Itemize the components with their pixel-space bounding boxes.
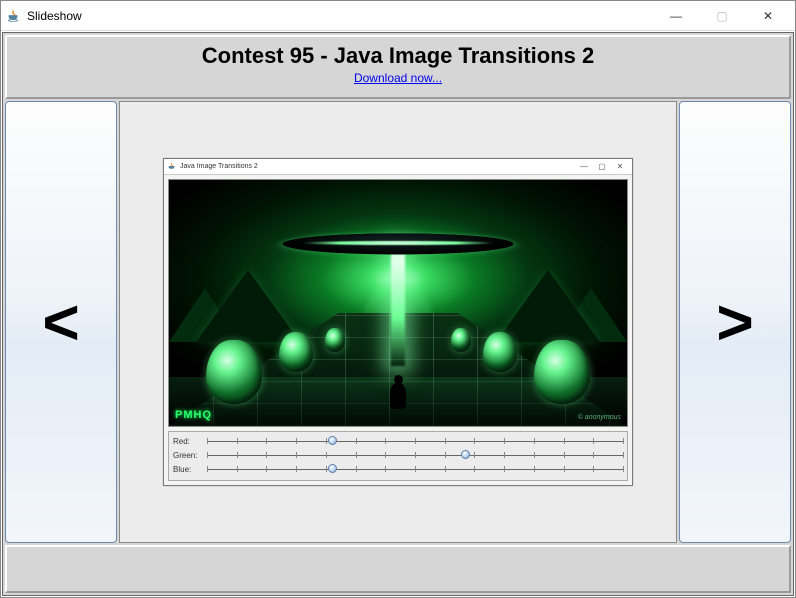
slider-green-track[interactable] [207, 449, 623, 461]
slide-image: PMHQ © anonymous [168, 179, 628, 427]
slider-red-label: Red: [173, 437, 207, 446]
image-credit: © anonymous [578, 414, 621, 421]
slider-red-track[interactable] [207, 435, 623, 447]
logo-text: PMHQ [175, 409, 212, 421]
app-window: Slideshow — ▢ ✕ Contest 95 - Java Image … [0, 0, 796, 598]
client-area: Contest 95 - Java Image Transitions 2 Do… [2, 32, 794, 596]
slider-green-label: Green: [173, 451, 207, 460]
titlebar[interactable]: Slideshow — ▢ ✕ [1, 1, 795, 31]
inner-close-button: ✕ [611, 162, 629, 171]
next-button[interactable]: > [679, 101, 791, 543]
java-icon [167, 162, 177, 172]
window-controls: — ▢ ✕ [653, 1, 791, 30]
inner-window-title: Java Image Transitions 2 [180, 163, 258, 170]
page-title: Contest 95 - Java Image Transitions 2 [11, 43, 785, 69]
slider-thumb[interactable] [328, 464, 337, 473]
inner-minimize-button: — [575, 162, 593, 171]
slider-thumb[interactable] [461, 450, 470, 459]
slider-thumb[interactable] [328, 436, 337, 445]
slider-blue-track[interactable] [207, 463, 623, 475]
footer-panel [5, 545, 791, 593]
header-panel: Contest 95 - Java Image Transitions 2 Do… [5, 35, 791, 99]
slider-blue-label: Blue: [173, 465, 207, 474]
close-button[interactable]: ✕ [745, 1, 791, 30]
inner-maximize-button: ▢ [593, 162, 611, 171]
inner-content: PMHQ © anonymous Red: Green: [164, 175, 632, 485]
slider-red: Red: [173, 434, 623, 448]
java-icon [5, 8, 21, 24]
window-title: Slideshow [27, 9, 653, 23]
inner-titlebar: Java Image Transitions 2 — ▢ ✕ [164, 159, 632, 175]
slide-inner-window: Java Image Transitions 2 — ▢ ✕ [163, 158, 633, 486]
slider-blue: Blue: [173, 462, 623, 476]
download-link[interactable]: Download now... [354, 71, 442, 85]
maximize-button[interactable]: ▢ [699, 1, 745, 30]
slide-viewport: Java Image Transitions 2 — ▢ ✕ [119, 101, 677, 543]
middle-row: < Java Image Transitions 2 — [5, 101, 791, 543]
prev-button[interactable]: < [5, 101, 117, 543]
minimize-button[interactable]: — [653, 1, 699, 30]
sliders-panel: Red: Green: Blue: [168, 431, 628, 481]
slider-green: Green: [173, 448, 623, 462]
